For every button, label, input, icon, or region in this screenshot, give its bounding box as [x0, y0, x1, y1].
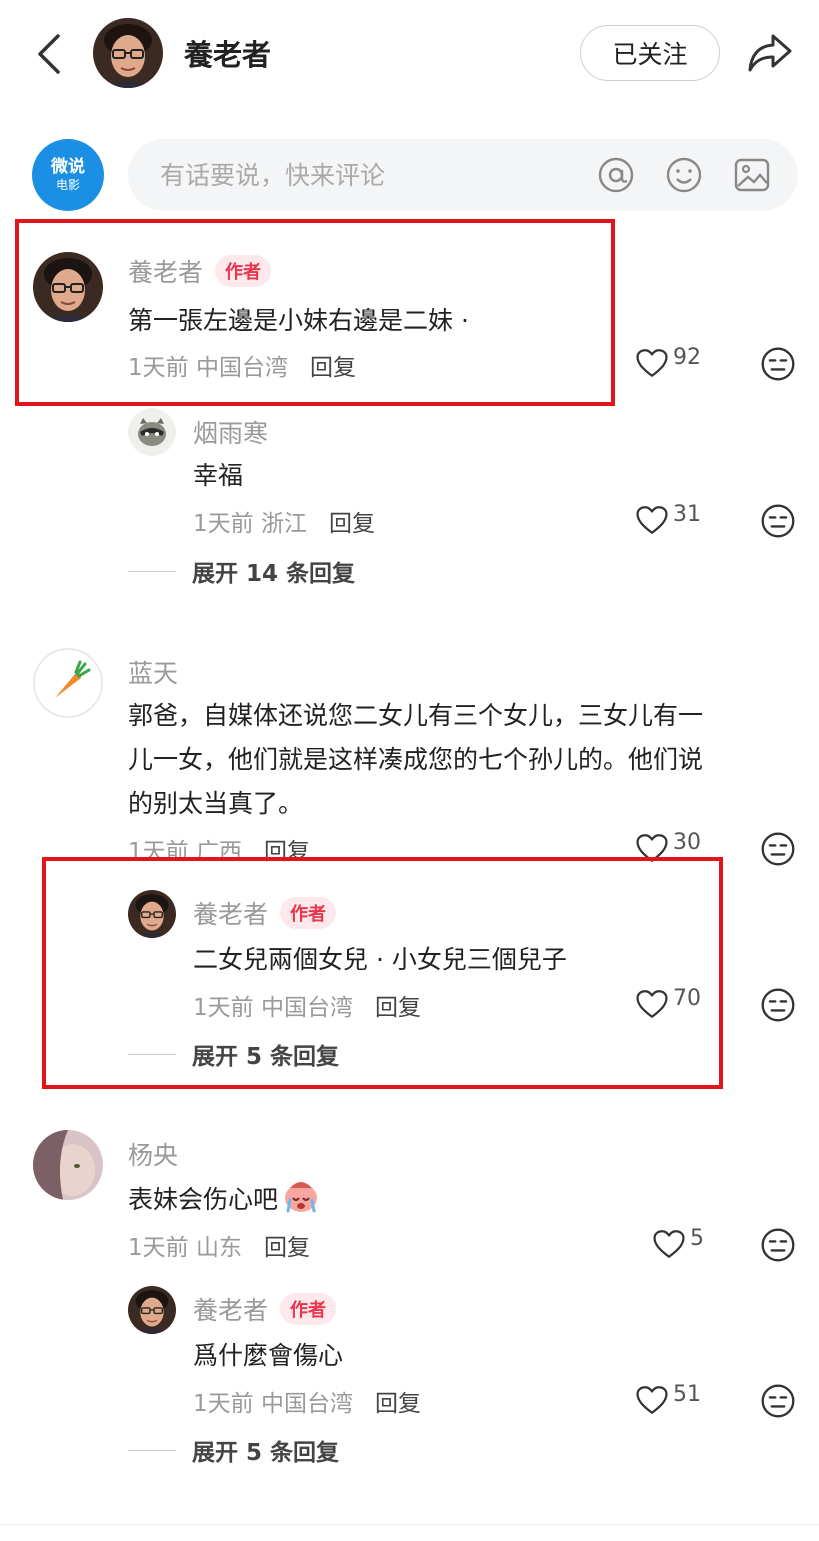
author-badge: 作者	[280, 897, 337, 929]
comment-meta: 1天前 浙江 回复	[193, 511, 375, 537]
reply-item: 養老者 作者 二女兒兩個女兒 · 小女兒三個兒子 1天前 中国台湾 回复 70 展开…	[0, 890, 819, 1070]
share-icon[interactable]	[746, 30, 794, 76]
comment-text: 爲什麼會傷心	[193, 1341, 344, 1370]
comment-author: 養老者 作者	[128, 253, 272, 289]
comment-meta: 1天前 中国台湾 回复	[193, 1391, 421, 1417]
image-icon[interactable]	[733, 156, 771, 194]
like-count: 30	[673, 830, 701, 855]
expand-replies-button[interactable]: 展开 5 条回复	[128, 1433, 339, 1467]
comment-meta: 1天前 山东 回复	[128, 1235, 310, 1261]
comment-author: 養老者 作者	[193, 895, 337, 931]
comment-author[interactable]: 烟雨寒	[193, 414, 268, 450]
heart-icon	[635, 504, 669, 536]
like-count: 31	[673, 502, 701, 527]
comment-meta: 1天前 中国台湾 回复	[193, 995, 421, 1021]
heart-icon	[635, 1384, 669, 1416]
comment-author[interactable]: 蓝天	[128, 654, 178, 690]
like-button[interactable]: 31	[635, 502, 701, 536]
comment-text: 幸福	[193, 461, 244, 490]
dislike-icon[interactable]	[760, 831, 796, 867]
avatar[interactable]	[33, 1130, 103, 1200]
heart-icon	[635, 832, 669, 864]
reply-item: 養老者 作者 爲什麼會傷心 1天前 中国台湾 回复 51 展开 5 条回复	[0, 1286, 819, 1466]
avatar[interactable]	[128, 408, 176, 456]
reply-button[interactable]: 回复	[264, 1235, 310, 1261]
dislike-icon[interactable]	[760, 346, 796, 382]
comment-text-line-2: 儿一女，他们就是这样凑成您的七个孙儿的。他们说	[128, 745, 704, 774]
top-bar: 養老者 已关注	[0, 0, 819, 110]
like-count: 92	[673, 345, 701, 370]
like-button[interactable]: 30	[635, 830, 701, 864]
reply-button[interactable]: 回复	[329, 511, 375, 537]
comment-author[interactable]: 杨央	[128, 1136, 178, 1172]
brand-logo: 微说 电影	[32, 139, 104, 211]
reply-button[interactable]: 回复	[264, 839, 310, 865]
avatar[interactable]	[128, 890, 176, 938]
author-name[interactable]: 養老者	[184, 32, 271, 74]
expand-replies-button[interactable]: 展开 14 条回复	[128, 554, 355, 588]
comment-meta: 1天前 广西 回复	[128, 839, 310, 865]
avatar[interactable]	[33, 252, 103, 322]
dislike-icon[interactable]	[760, 987, 796, 1023]
like-count: 5	[690, 1226, 704, 1251]
like-button[interactable]: 70	[635, 986, 701, 1020]
comment-bar: 微说 电影	[0, 130, 819, 220]
avatar[interactable]	[128, 1286, 176, 1334]
reply-button[interactable]: 回复	[375, 1391, 421, 1417]
at-icon[interactable]	[597, 156, 635, 194]
author-badge: 作者	[280, 1293, 337, 1325]
comment-text-line-3: 的别太当真了。	[128, 789, 304, 818]
author-avatar[interactable]	[93, 18, 163, 88]
like-button[interactable]: 5	[652, 1226, 704, 1260]
comment-text: 表妹会伤心吧	[128, 1178, 320, 1222]
dislike-icon[interactable]	[760, 1383, 796, 1419]
like-button[interactable]: 92	[635, 345, 701, 379]
dislike-icon[interactable]	[760, 503, 796, 539]
emoji-icon[interactable]	[665, 156, 703, 194]
divider	[0, 1524, 819, 1525]
chevron-left-icon[interactable]	[30, 28, 70, 80]
reply-button[interactable]: 回复	[310, 355, 356, 381]
comment-author: 養老者 作者	[193, 1291, 337, 1327]
follow-button[interactable]: 已关注	[580, 25, 720, 81]
comment-item: 養老者 作者 第一張左邊是小妹右邊是二妹 · 1天前 中国台湾 回复 92	[0, 245, 819, 385]
heart-icon	[635, 347, 669, 379]
expand-replies-button[interactable]: 展开 5 条回复	[128, 1037, 339, 1071]
crying-emoji-icon	[285, 1182, 318, 1213]
comment-text-line-1: 郭爸，自媒体还说您二女儿有三个女儿，三女儿有一	[128, 701, 704, 730]
comment-item: 蓝天 郭爸，自媒体还说您二女儿有三个女儿，三女儿有一 儿一女，他们就是这样凑成您…	[0, 646, 819, 866]
like-button[interactable]: 51	[635, 1382, 701, 1416]
heart-icon	[652, 1228, 686, 1260]
comment-text: 二女兒兩個女兒 · 小女兒三個兒子	[193, 945, 567, 974]
like-count: 51	[673, 1382, 701, 1407]
reply-button[interactable]: 回复	[375, 995, 421, 1021]
dislike-icon[interactable]	[760, 1227, 796, 1263]
heart-icon	[635, 988, 669, 1020]
avatar[interactable]	[33, 648, 103, 718]
like-count: 70	[673, 986, 701, 1011]
comment-meta: 1天前 中国台湾 回复	[128, 355, 356, 381]
reply-item: 烟雨寒 幸福 1天前 浙江 回复 31 展开 14 条回复	[0, 408, 819, 588]
comment-item: 杨央 表妹会伤心吧 1天前 山东 回复 5	[0, 1128, 819, 1268]
author-badge: 作者	[215, 255, 272, 287]
comment-text: 第一張左邊是小妹右邊是二妹 ·	[128, 306, 469, 335]
